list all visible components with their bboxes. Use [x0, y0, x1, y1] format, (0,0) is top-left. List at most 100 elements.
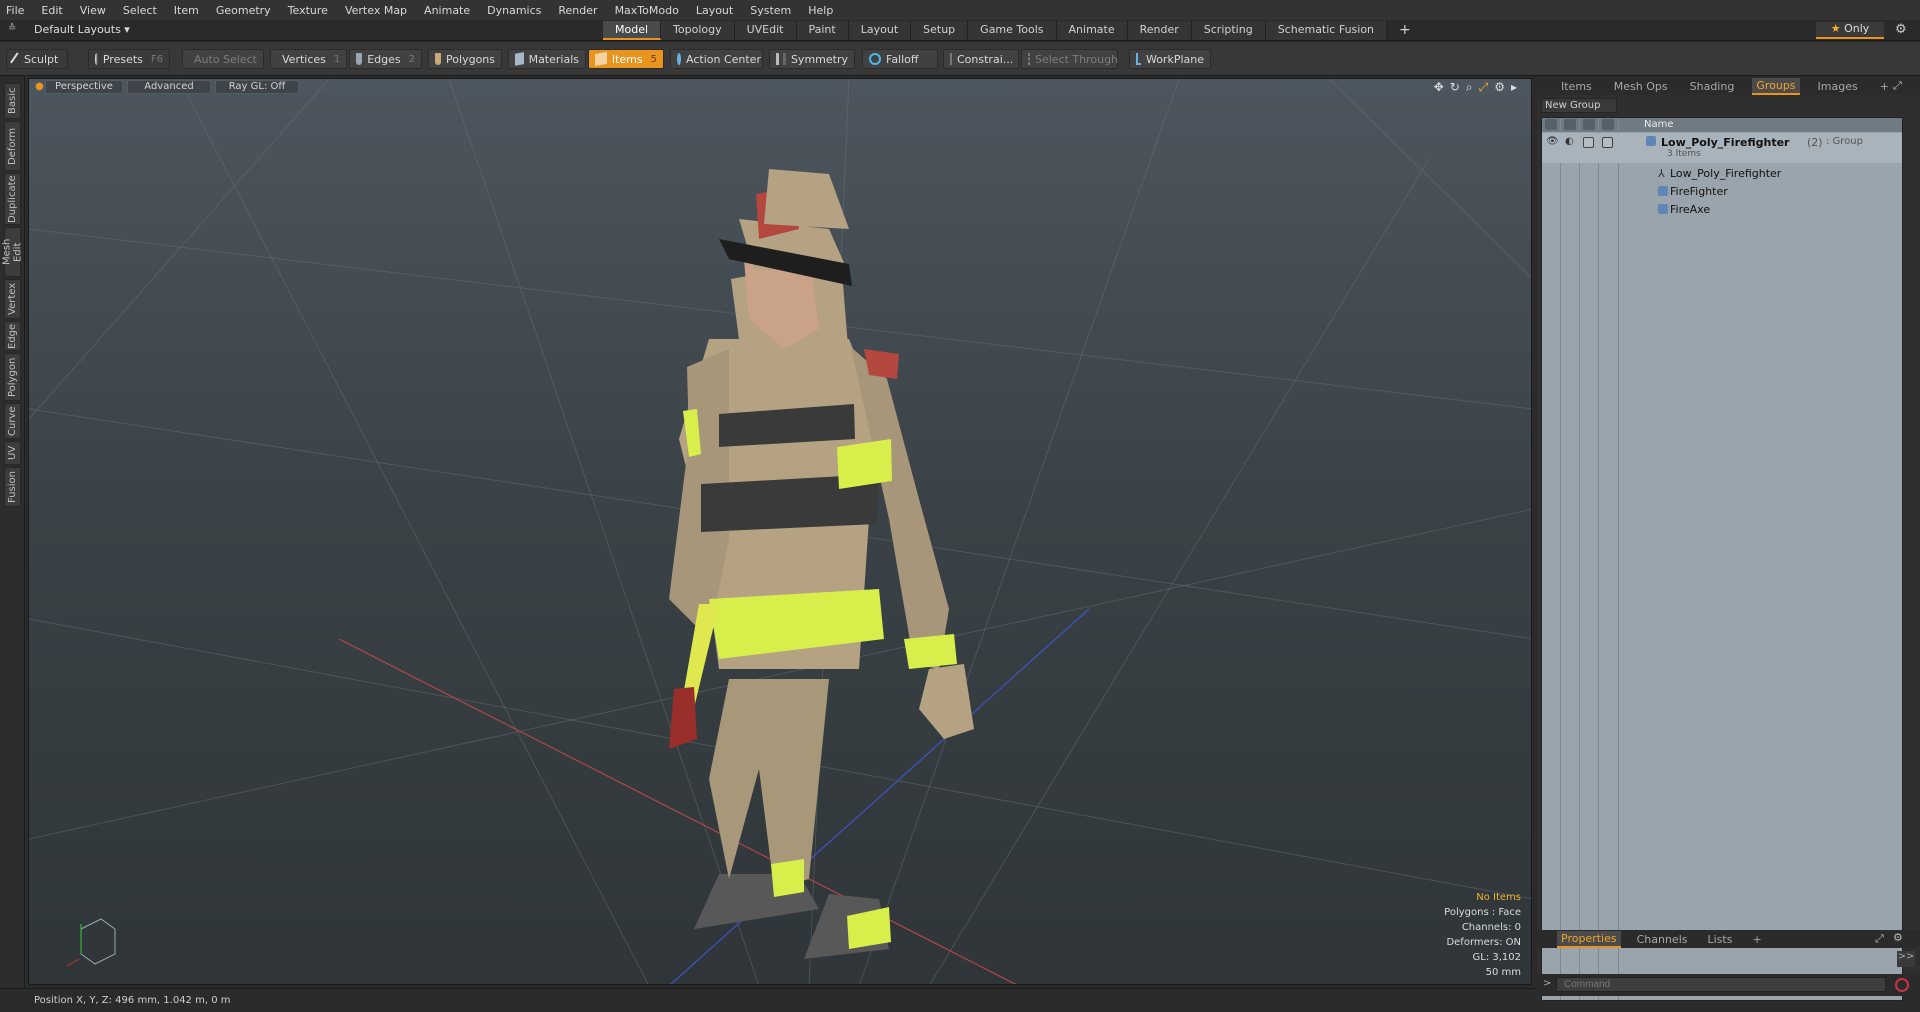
right-panel-tab[interactable]: Shading	[1686, 79, 1739, 94]
polygons-button[interactable]: Polygons	[428, 49, 502, 69]
viewport-settings-icon[interactable]: ⚙	[1494, 80, 1505, 95]
menu-item[interactable]: Item	[174, 4, 199, 17]
render-column-icon[interactable]	[1564, 119, 1576, 130]
materials-button[interactable]: Materials	[508, 49, 586, 69]
right-panel-tab[interactable]: Mesh Ops	[1610, 79, 1672, 94]
constraints-button[interactable]: Constrai...	[943, 49, 1019, 69]
symmetry-button[interactable]: Symmetry	[769, 49, 855, 69]
tab-mode[interactable]: Layout	[848, 21, 912, 40]
workplane-button[interactable]: WorkPlane	[1129, 49, 1211, 69]
select-checkbox[interactable]	[1602, 137, 1613, 148]
axis-gizmo	[66, 918, 116, 967]
left-tab[interactable]: Duplicate	[4, 173, 21, 225]
perspective-dropdown[interactable]: Perspective	[45, 80, 123, 94]
right-panel-tab[interactable]: Images	[1814, 79, 1862, 94]
3d-viewport[interactable]: ● Perspective Advanced Ray GL: Off ✥ ↻ ⌕…	[28, 78, 1532, 985]
properties-tab[interactable]: +	[1748, 932, 1765, 947]
menu-item[interactable]: Select	[123, 4, 157, 17]
menu-item[interactable]: View	[80, 4, 106, 17]
layout-dropdown[interactable]: Default Layouts ▾	[34, 23, 130, 36]
menu-item[interactable]: Render	[558, 4, 597, 17]
expand-arrow-button[interactable]: >>	[1897, 951, 1915, 967]
left-tab[interactable]: Basic	[4, 83, 21, 119]
fit-icon[interactable]: ⤢	[1479, 80, 1489, 95]
auto-select-button[interactable]: Auto Select	[182, 49, 264, 69]
left-tab[interactable]: Edge	[4, 321, 21, 351]
left-tab[interactable]: Polygon	[4, 353, 21, 401]
pan-icon[interactable]: ✥	[1434, 80, 1444, 95]
menu-item[interactable]: MaxToModo	[615, 4, 679, 17]
menu-item[interactable]: Layout	[696, 4, 733, 17]
vertices-button[interactable]: Vertices 1	[270, 49, 347, 69]
properties-tab[interactable]: Lists	[1704, 932, 1737, 947]
menu-item[interactable]: Edit	[41, 4, 62, 17]
command-input[interactable]	[1556, 977, 1886, 992]
new-group-button[interactable]: New Group	[1541, 98, 1617, 113]
edges-button[interactable]: Edges 2	[349, 49, 422, 69]
group-child-row[interactable]: FireAxe	[1542, 200, 1902, 218]
menu-item[interactable]: Help	[808, 4, 833, 17]
right-panel-tab[interactable]: Items	[1557, 79, 1596, 94]
lock-column-icon[interactable]	[1583, 119, 1595, 130]
eye-icon[interactable]: 👁	[1546, 136, 1559, 147]
items-button[interactable]: Items 5	[588, 49, 664, 69]
locator-icon: ⅄	[1658, 167, 1665, 180]
expand-panel-icon[interactable]: ⤢	[1875, 932, 1884, 946]
record-icon[interactable]	[1895, 978, 1909, 992]
menu-item[interactable]: Geometry	[216, 4, 271, 17]
tab-mode[interactable]: Paint	[796, 21, 849, 40]
raygl-toggle[interactable]: Ray GL: Off	[215, 80, 299, 94]
left-tab[interactable]: Mesh Edit	[2, 227, 24, 277]
add-tab-button[interactable]: +	[1387, 21, 1423, 40]
gear-icon[interactable]: ⚙	[1895, 22, 1907, 37]
action-center-button[interactable]: Action Center	[670, 49, 763, 69]
shading-dropdown[interactable]: Advanced	[127, 80, 211, 94]
tab-mode[interactable]: Render	[1127, 21, 1192, 40]
left-tab[interactable]: Deform	[4, 121, 21, 171]
rotate-icon[interactable]: ↻	[1450, 80, 1460, 95]
falloff-button[interactable]: Falloff	[862, 49, 938, 69]
select-column-icon[interactable]	[1602, 119, 1614, 130]
viewport-menu-dot-icon[interactable]: ●	[35, 81, 44, 92]
left-tab[interactable]: UV	[4, 441, 21, 465]
menu-item[interactable]: File	[6, 4, 24, 17]
render-icon[interactable]: ◐	[1565, 136, 1574, 147]
tab-mode[interactable]: Topology	[661, 21, 735, 40]
left-tab[interactable]: Fusion	[4, 467, 21, 507]
tab-mode[interactable]: Scripting	[1191, 21, 1266, 40]
right-panel-tab[interactable]: Groups	[1752, 77, 1800, 95]
layout-handle-icon[interactable]: ≙	[8, 23, 22, 37]
left-tab[interactable]: Vertex	[4, 279, 21, 319]
menu-bar: File Edit View Select Item Geometry Texture Ver…	[0, 0, 1920, 20]
viewport-nav-icons: ✥ ↻ ⌕ ⤢ ⚙ ▸	[1434, 80, 1517, 95]
properties-tab[interactable]: Properties	[1557, 930, 1621, 948]
properties-gear-icon[interactable]: ⚙	[1893, 931, 1903, 944]
menu-item[interactable]: Texture	[288, 4, 328, 17]
menu-item[interactable]: Dynamics	[487, 4, 541, 17]
select-through-button[interactable]: Select Through	[1021, 49, 1118, 69]
tab-mode[interactable]: Setup	[911, 21, 969, 40]
group-child-row[interactable]: ⅄ Low_Poly_Firefighter	[1542, 164, 1902, 182]
tab-mode[interactable]: UVEdit	[734, 21, 797, 40]
menu-item[interactable]: Animate	[424, 4, 470, 17]
tab-mode[interactable]: Game Tools	[968, 21, 1057, 40]
menu-item[interactable]: System	[750, 4, 791, 17]
properties-tab[interactable]: Channels	[1633, 932, 1692, 947]
menu-item[interactable]: Vertex Map	[345, 4, 407, 17]
visibility-column-icon[interactable]	[1545, 119, 1557, 130]
tab-mode[interactable]: Schematic Fusion	[1265, 21, 1388, 40]
only-toggle-button[interactable]: ★ Only	[1816, 22, 1884, 39]
sculpt-button[interactable]: Sculpt	[6, 49, 68, 69]
lock-checkbox[interactable]	[1583, 137, 1594, 148]
tab-mode[interactable]: Model	[603, 21, 662, 40]
left-tab[interactable]: Curve	[4, 403, 21, 439]
zoom-icon[interactable]: ⌕	[1466, 80, 1473, 95]
group-row[interactable]: 👁 ◐ Low_Poly_Firefighter (2) : Group 3 I…	[1542, 133, 1902, 163]
presets-button[interactable]: Presets F6	[88, 49, 170, 69]
tab-mode[interactable]: Animate	[1056, 21, 1128, 40]
expand-panel-icon[interactable]: ⤢	[1893, 79, 1902, 93]
expand-arrow-icon[interactable]: ▸	[1511, 80, 1517, 95]
right-panel-tab[interactable]: +	[1876, 79, 1893, 94]
tool-bar: Sculpt Presets F6 Auto Select Vertices 1 E…	[0, 42, 1920, 76]
group-child-row[interactable]: FireFighter	[1542, 182, 1902, 200]
